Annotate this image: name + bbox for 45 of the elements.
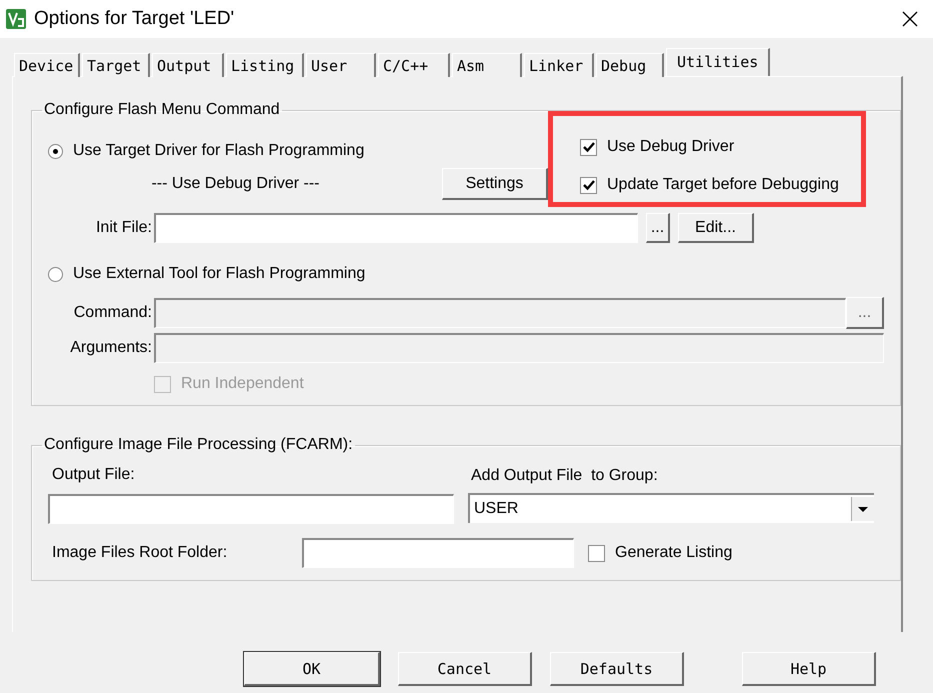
- tab[interactable]: Asm: [452, 53, 522, 77]
- tab[interactable]: Utilities: [666, 48, 770, 76]
- edit-button[interactable]: Edit...: [678, 213, 754, 243]
- field-label: Command:: [72, 304, 152, 322]
- dropdown-value: USER: [473, 500, 520, 518]
- tab[interactable]: Linker: [524, 53, 594, 77]
- checkbox-label: Run Independent: [181, 375, 304, 393]
- field-label: Arguments:: [69, 339, 152, 357]
- dialog-button[interactable]: Help: [742, 652, 876, 686]
- tab[interactable]: Device: [14, 53, 80, 77]
- tab[interactable]: User: [306, 53, 376, 77]
- tab[interactable]: Output: [152, 53, 224, 77]
- radio-button[interactable]: [48, 266, 63, 282]
- group-title: Configure Image File Processing (FCARM):: [43, 436, 354, 454]
- output-file-field[interactable]: [48, 494, 454, 524]
- dialog-button[interactable]: Defaults: [550, 652, 684, 686]
- checkbox[interactable]: [580, 138, 597, 156]
- dialog-button[interactable]: OK: [244, 652, 380, 686]
- field-label: Init File:: [94, 219, 152, 237]
- tab[interactable]: C/C++: [378, 53, 450, 77]
- checkbox-label: Use Debug Driver: [607, 138, 734, 156]
- root-folder-field[interactable]: [302, 538, 574, 568]
- radio-label: Use External Tool for Flash Programming: [73, 265, 366, 283]
- tab[interactable]: Debug: [596, 53, 664, 77]
- window-title: Options for Target 'LED': [34, 8, 236, 30]
- app-logo-icon: [6, 9, 26, 29]
- field-label: Add Output File to Group:: [470, 467, 659, 485]
- browse-button[interactable]: ...: [646, 213, 670, 243]
- checkbox[interactable]: [580, 176, 597, 194]
- checkbox[interactable]: [588, 544, 605, 562]
- group-dropdown[interactable]: USER: [468, 493, 874, 523]
- tab[interactable]: Listing: [226, 53, 304, 77]
- radio-button[interactable]: [48, 144, 63, 158]
- checkbox-label: Update Target before Debugging: [607, 176, 839, 194]
- field-label: Image Files Root Folder:: [51, 544, 228, 562]
- close-icon[interactable]: [902, 11, 918, 27]
- group-title: Configure Flash Menu Command: [43, 101, 281, 119]
- radio-label: Use Target Driver for Flash Programming: [73, 142, 364, 160]
- settings-button[interactable]: Settings: [442, 168, 548, 200]
- driver-note: --- Use Debug Driver ---: [151, 175, 320, 193]
- field-label: Output File:: [51, 466, 136, 484]
- dialog-button[interactable]: Cancel: [398, 652, 532, 686]
- tab[interactable]: Target: [82, 53, 150, 77]
- init-file-field[interactable]: [154, 213, 638, 243]
- checkbox-label: Generate Listing: [615, 544, 732, 562]
